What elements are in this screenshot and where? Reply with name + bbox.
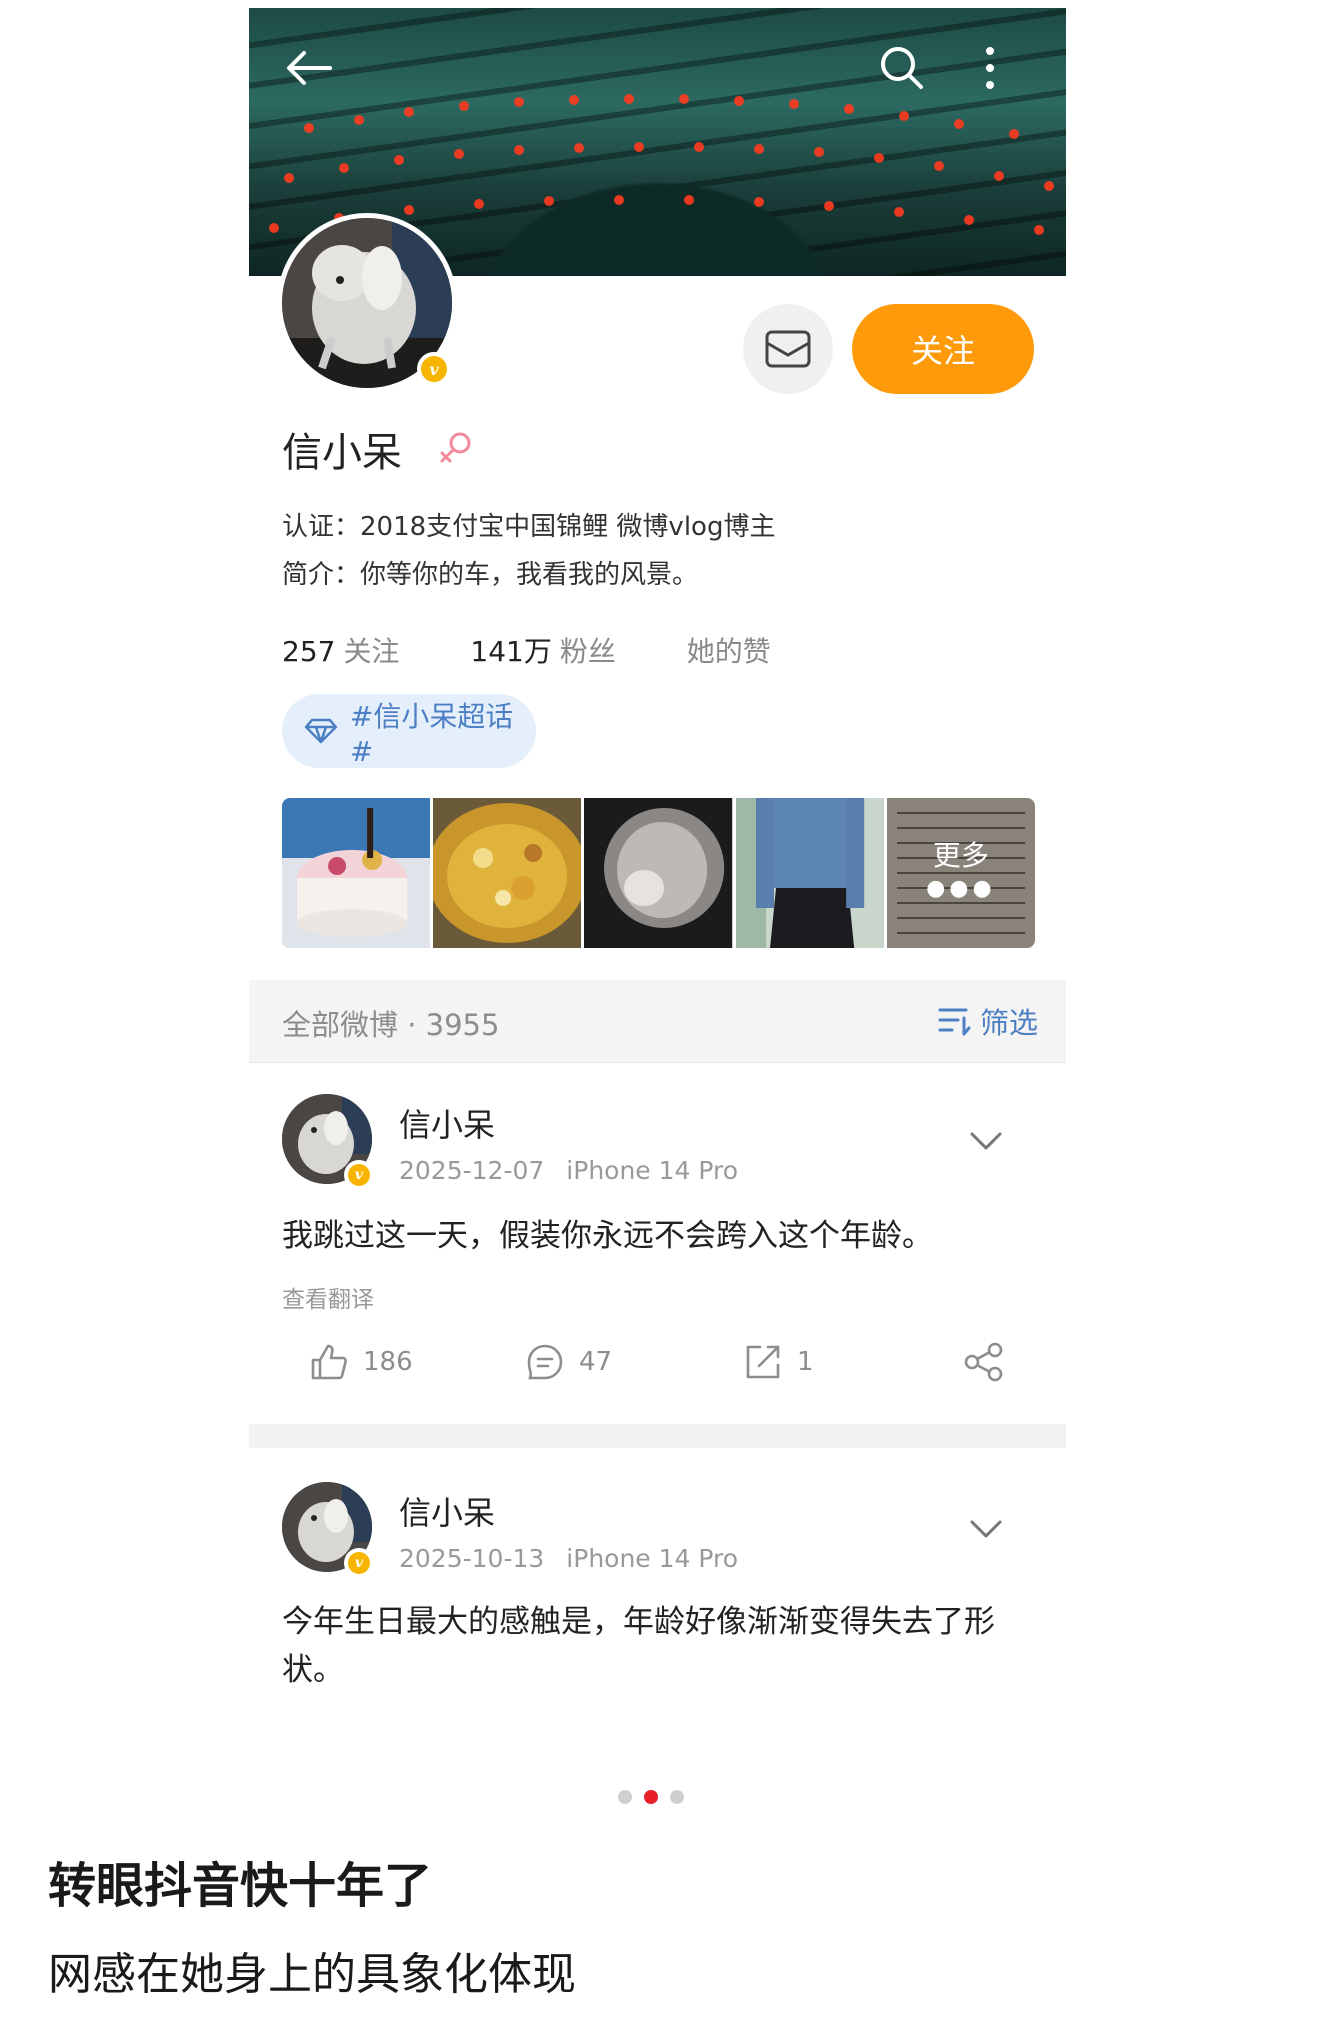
post-device: iPhone 14 Pro [566, 1156, 739, 1185]
comment-icon [527, 1344, 563, 1380]
cake-photo [282, 798, 431, 948]
repost-icon [746, 1345, 780, 1379]
profile-screen: v 关注 信小呆 认证：2018支付宝中国锦鲤 微博vlog博主 简介：你等你的… [249, 8, 1066, 1728]
share-button[interactable] [963, 1342, 1005, 1382]
search-icon [881, 47, 923, 89]
like-icon [311, 1344, 347, 1380]
filter-icon [938, 1008, 971, 1036]
feed-filter-bar: 全部微博 · 3955 筛选 [249, 980, 1066, 1063]
filter-button[interactable]: 筛选 [938, 1000, 1038, 1042]
comment-button[interactable]: 47 [525, 1342, 612, 1382]
album-photo-cake[interactable] [282, 798, 431, 948]
photo-album-strip: 更多 ●●● [282, 798, 1036, 948]
album-photo-person[interactable] [735, 798, 884, 948]
like-button[interactable]: 186 [309, 1342, 413, 1382]
pet-photo [584, 798, 733, 948]
verification-info: 认证：2018支付宝中国锦鲤 微博vlog博主 [282, 512, 776, 542]
chevron-down-icon[interactable] [969, 1518, 1003, 1540]
album-photo-pet[interactable] [584, 798, 733, 948]
more-label: 更多 [932, 839, 989, 872]
page-dot-active[interactable] [644, 1790, 658, 1804]
album-more-button[interactable]: 更多 ●●● [886, 798, 1036, 948]
person-photo [735, 798, 884, 948]
image-pagination [618, 1790, 684, 1804]
post-meta: 2025-12-07 iPhone 14 Pro [399, 1156, 738, 1185]
comment-count: 47 [579, 1347, 613, 1377]
post-card[interactable]: v 信小呆 2025-10-13 iPhone 14 Pro 今年生日最大的感触是… [249, 1448, 1066, 1728]
post-author[interactable]: 信小呆 [399, 1488, 495, 1534]
verified-badge: v [417, 352, 451, 386]
page-dot[interactable] [670, 1790, 684, 1804]
verified-badge: v [344, 1160, 374, 1190]
post-date: 2025-12-07 [399, 1156, 545, 1185]
post-device: iPhone 14 Pro [566, 1544, 739, 1573]
caption-subtitle: 网感在她身上的具象化体现 [48, 1949, 576, 2000]
share-icon [964, 1342, 1003, 1382]
post-date: 2025-10-13 [399, 1544, 545, 1573]
search-button[interactable] [872, 38, 932, 98]
message-icon [765, 330, 811, 368]
filter-label: 筛选 [979, 1006, 1038, 1040]
album-photo-food[interactable] [433, 798, 582, 948]
profile-name: 信小呆 [282, 430, 402, 476]
more-button[interactable] [960, 38, 1020, 98]
more-dots-icon: ●●● [926, 876, 996, 901]
following-stat[interactable]: 257 关注 [282, 630, 399, 670]
post-divider [249, 1424, 1066, 1448]
post-meta: 2025-10-13 iPhone 14 Pro [399, 1544, 738, 1573]
back-button[interactable] [279, 38, 339, 98]
followers-stat[interactable]: 141万 粉丝 [470, 630, 615, 670]
female-icon [440, 432, 471, 463]
repost-button[interactable]: 1 [743, 1342, 814, 1382]
super-topic-label: #信小呆超话# [349, 699, 514, 768]
post-actions: 186 47 1 [249, 1342, 1066, 1402]
caption-title: 转眼抖音快十年了 [48, 1858, 433, 1914]
bio-info: 简介：你等你的车，我看我的风景。 [282, 560, 699, 590]
post-author[interactable]: 信小呆 [399, 1100, 495, 1146]
verified-badge: v [344, 1548, 374, 1578]
super-topic-button[interactable]: #信小呆超话# [282, 694, 536, 768]
like-count: 186 [363, 1347, 413, 1377]
likes-stat[interactable]: 她的赞 [687, 630, 771, 670]
post-card[interactable]: v 信小呆 2025-12-07 iPhone 14 Pro 我跳过这一天，假装你… [249, 1062, 1066, 1424]
page-dot[interactable] [618, 1790, 632, 1804]
more-vertical-icon [986, 47, 994, 89]
back-arrow-icon [287, 51, 332, 85]
translate-link[interactable]: 查看翻译 [282, 1280, 374, 1314]
message-button[interactable] [743, 304, 833, 394]
post-text: 今年生日最大的感触是，年龄好像渐渐变得失去了形状。 [282, 1604, 995, 1688]
post-count: 全部微博 · 3955 [282, 1008, 500, 1042]
profile-stats: 257 关注 141万 粉丝 她的赞 [282, 630, 833, 670]
diamond-icon [304, 718, 338, 744]
chevron-down-icon[interactable] [969, 1130, 1003, 1152]
follow-button[interactable]: 关注 [852, 304, 1034, 394]
repost-count: 1 [797, 1347, 814, 1377]
hotpot-photo [433, 798, 582, 948]
post-text: 我跳过这一天，假装你永远不会跨入这个年龄。 [282, 1218, 933, 1254]
